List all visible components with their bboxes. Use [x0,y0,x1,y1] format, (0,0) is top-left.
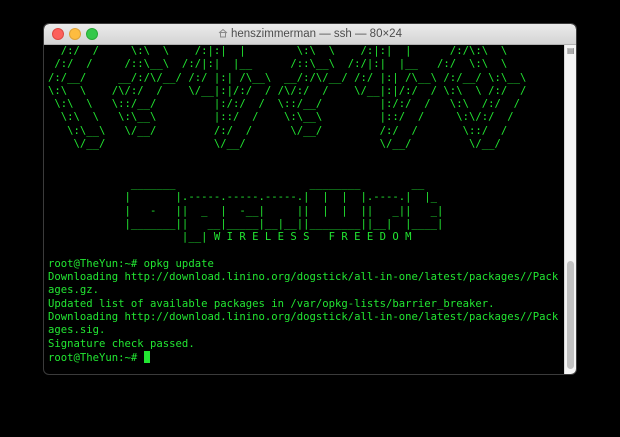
window-title: henszimmerman — ssh — 80×24 [44,24,576,44]
terminal-line: /:/ / \:\ \ /:|:| | \:\ \ /:|:| | /:/\:\… [48,45,508,57]
terminal-line: /:/__/ __/:/\/__/ /:/ |:| /\__\ __/:/\/_… [48,71,527,84]
terminal-line: \/__/ \/__/ \/__/ \/__/ [48,138,501,151]
scroll-marker-icon: ▤ [567,46,575,55]
terminal-window: henszimmerman — ssh — 80×24 /:/ / \:\ \ … [44,24,576,374]
terminal-line: Downloading http://download.linino.org/d… [48,310,559,323]
text-cursor [143,350,151,363]
terminal-line: |_______|| __|_____|__|__||________||__|… [48,217,444,230]
shell-prompt: root@TheYun:~# [48,351,144,364]
terminal-line: | - || _ | -__| || | | || _|| _| [48,204,444,217]
home-icon [218,28,228,38]
terminal-line: ages.sig. [48,324,106,337]
terminal-line: \:\ \ \:\__\ |::/ / \:\__\ |::/ / \:\/:/… [48,111,514,124]
scrollbar-thumb[interactable] [567,261,574,369]
terminal-line: /:/ / /::\__\ /:/|:| |__ /::\__\ /:/|:| … [48,58,508,71]
window-title-text: henszimmerman — ssh — 80×24 [231,28,402,40]
terminal-line: | |.-----.-----.-----.| | | |.----.| |_ [48,191,438,204]
title-bar[interactable]: henszimmerman — ssh — 80×24 [44,24,576,45]
terminal-line: root@TheYun:~# opkg update [48,257,214,270]
terminal-line: \:\ \ /\/:/ / \/__|:|/:/ / /\/:/ / \/__|… [48,84,527,97]
terminal-line: Signature check passed. [48,337,195,350]
terminal-output[interactable]: /:/ / \:\ \ /:|:| | \:\ \ /:|:| | /:/\:\… [48,45,563,374]
vertical-scrollbar[interactable]: ▤ [564,45,576,374]
terminal-line: _______ ________ __ [48,177,425,190]
terminal-line: \:\ \ \::/__/ |:/:/ / \::/__/ |:/:/ / \:… [48,98,520,111]
terminal-line: Downloading http://download.linino.org/d… [48,271,559,284]
terminal-line: ages.gz. [48,284,100,297]
terminal-line: \:\__\ \/__/ /:/ / \/__/ /:/ / \::/ / [48,124,508,137]
terminal-line: Updated list of available packages in /v… [48,297,495,310]
terminal-line: |__| W I R E L E S S F R E E D O M [48,231,412,244]
prompt-line[interactable]: root@TheYun:~# [48,350,563,364]
